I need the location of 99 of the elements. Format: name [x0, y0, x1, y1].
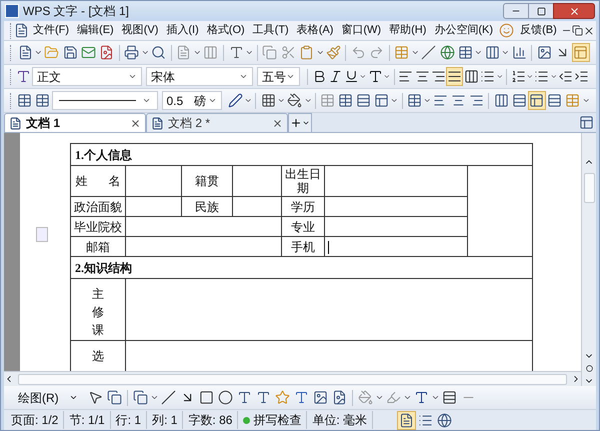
line-icon[interactable] [158, 388, 178, 407]
status-item: 字数: 86 [188, 412, 232, 429]
drawing-menu-button[interactable]: 绘图(R) [10, 388, 86, 406]
document-tab[interactable]: 文档 2 * [146, 113, 288, 132]
menu-item[interactable]: 表格(A) [292, 22, 338, 39]
caret-icon[interactable] [277, 96, 286, 105]
caret-icon[interactable] [526, 72, 534, 81]
section-heading: 2.知识结构 [70, 256, 532, 278]
window-title: WPS 文字 - [文档 1] [23, 3, 130, 20]
table-cell: 姓 名 [70, 166, 126, 196]
menu-item[interactable]: 文件(F) [29, 22, 74, 39]
caret-icon[interactable] [411, 48, 420, 57]
caret-icon[interactable] [390, 96, 399, 105]
caret-icon[interactable] [150, 393, 159, 402]
menu-item[interactable]: 编辑(E) [73, 22, 118, 39]
circle-icon[interactable] [586, 365, 592, 372]
caret-icon[interactable] [496, 72, 504, 81]
horizontal-scrollbar[interactable] [4, 371, 581, 386]
style-field[interactable]: 正文 [32, 67, 142, 86]
caret-icon[interactable] [423, 96, 432, 105]
table-cell: 毕业院校 [70, 216, 126, 236]
scrollbar-thumb[interactable] [584, 173, 594, 203]
table-cell-text: 主修课 [92, 286, 104, 339]
menu-item[interactable]: 办公空间(K) [430, 22, 498, 39]
caret-icon[interactable] [474, 48, 484, 57]
section-heading: 1.个人信息 [70, 144, 532, 166]
justify-icon[interactable] [446, 67, 464, 86]
line-style-field[interactable] [52, 91, 158, 110]
status-item[interactable]: 拼写检查 [253, 411, 302, 429]
menu-item[interactable]: 反馈(B) [516, 22, 561, 39]
caret-icon[interactable] [359, 72, 368, 81]
font-field[interactable]: 宋体 [146, 67, 254, 86]
table-cell: 邮箱 [70, 236, 126, 256]
table-cell: 手机 [282, 236, 324, 256]
line-width-field[interactable]: 0.5 磅 [162, 91, 222, 110]
caret-icon[interactable] [193, 48, 202, 57]
caret-icon[interactable] [582, 96, 590, 105]
status-item: 列: 1 [152, 412, 178, 429]
status-item: 行: 1 [116, 412, 142, 429]
caret-icon[interactable] [374, 393, 384, 402]
document-tab[interactable]: 文档 1 [4, 113, 146, 132]
table-cell: 民族 [182, 196, 232, 216]
status-item: 单位: 毫米 [312, 412, 368, 429]
status-item: 页面: 1/2 [11, 412, 58, 429]
caret-icon[interactable] [402, 393, 412, 402]
menu-item[interactable]: 插入(I) [162, 22, 203, 39]
table-cell: 专业 [282, 216, 324, 236]
font-size-field[interactable]: 五号 [257, 67, 300, 86]
close-icon [568, 6, 580, 16]
layout-icon[interactable] [528, 91, 546, 110]
app-icon [5, 4, 19, 18]
pen-icon[interactable] [226, 91, 244, 110]
caret-icon[interactable] [550, 72, 558, 81]
caret-icon [128, 72, 138, 81]
caret-icon[interactable] [245, 48, 254, 57]
menu-item[interactable]: 格式(O) [202, 22, 249, 39]
maximize-icon [536, 6, 546, 16]
caret-icon [286, 72, 296, 81]
status-item: 节: 1/1 [69, 412, 105, 429]
close-icon[interactable] [272, 118, 283, 128]
table-cell: 学历 [282, 196, 324, 216]
document-icon[interactable] [14, 21, 29, 40]
document-icon [151, 116, 164, 130]
fill-color-icon[interactable] [356, 388, 375, 407]
copy-icon[interactable] [260, 43, 280, 62]
table-cell: 政治面貌 [70, 196, 126, 216]
caret-icon[interactable] [383, 72, 391, 81]
document-icon [9, 116, 22, 130]
caret-icon[interactable] [34, 48, 43, 57]
close-button[interactable] [553, 3, 595, 19]
caret-icon [239, 72, 248, 81]
caret-icon [142, 96, 150, 105]
paint-bucket-icon[interactable] [286, 91, 304, 110]
caret-icon[interactable] [501, 48, 510, 57]
text-cursor [328, 240, 329, 254]
maximize-button[interactable] [529, 3, 553, 19]
printer-icon[interactable] [122, 43, 142, 62]
caret-icon [302, 119, 310, 127]
menu-item[interactable]: 窗口(W) [337, 22, 386, 39]
table-cell: 籍贯 [182, 166, 232, 196]
scrollbar-thumb[interactable] [18, 374, 567, 384]
caret-icon[interactable] [304, 96, 312, 105]
brush-icon[interactable] [324, 43, 342, 62]
table-cell-text: 选 [92, 348, 104, 365]
caret-icon [68, 393, 78, 402]
close-icon[interactable] [130, 118, 141, 128]
menu-item[interactable]: 帮助(H) [385, 22, 430, 39]
menu-item[interactable]: 工具(T) [248, 22, 293, 39]
table-cell: 出生日期 [282, 166, 324, 196]
caret-icon[interactable] [244, 96, 252, 105]
caret-icon[interactable] [430, 393, 440, 402]
plus-icon [290, 117, 302, 129]
page-view-icon[interactable] [397, 410, 416, 430]
caret-icon [208, 96, 218, 105]
caret-icon[interactable] [141, 48, 150, 57]
menu-item[interactable]: 视图(V) [118, 22, 162, 39]
vertical-scrollbar[interactable] [581, 133, 596, 386]
caret-icon[interactable] [316, 48, 324, 57]
new-tab-button[interactable] [288, 113, 312, 132]
